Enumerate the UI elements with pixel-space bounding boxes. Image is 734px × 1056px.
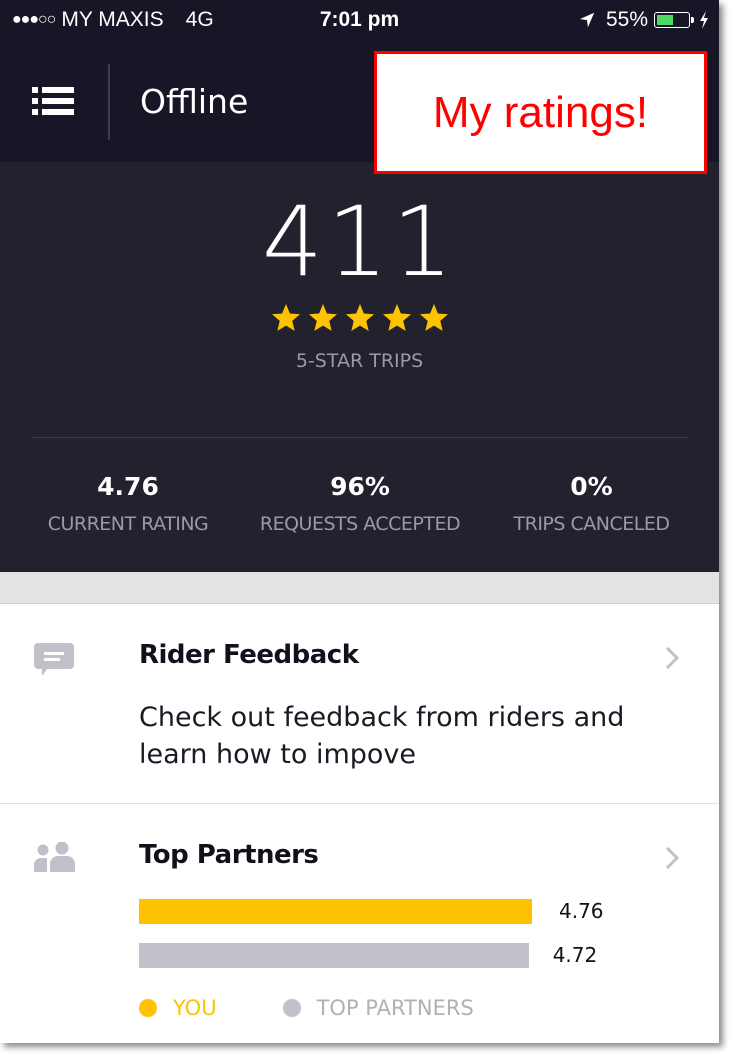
location-arrow-icon [579,12,595,28]
metric-label: CURRENT RATING [47,513,209,535]
metric-trips-canceled: 0% TRIPS CANCELED [464,472,719,535]
status-bar: ●●●○○ MY MAXIS 4G 7:01 pm 55% [0,0,719,42]
battery-nub [691,17,694,23]
top-partners-title: Top Partners [139,840,319,870]
battery-percent: 55% [605,8,648,31]
people-icon [34,842,75,872]
top-partners-row[interactable]: Top Partners 4.76 4.72 YOU TOP PARTNERS [0,804,719,1043]
my-ratings-callout: My ratings! [374,51,707,174]
battery-icon [654,12,690,28]
metric-label: REQUESTS ACCEPTED [259,513,461,535]
chart-legend: YOU TOP PARTNERS [139,996,540,1020]
five-star-trips-label: 5-STAR TRIPS [295,350,424,372]
metric-value: 96% [330,472,390,501]
rider-feedback-description: Check out feedback from riders and learn… [139,702,625,770]
star-icon [345,304,374,331]
section-separator [0,572,719,604]
driver-status-title[interactable]: Offline [140,82,248,121]
lightning-bolt-icon [700,11,708,29]
chevron-right-icon[interactable] [664,846,680,870]
five-star-trip-count: 411 [261,186,458,298]
stats-divider [32,437,688,438]
phone-screen: ●●●○○ MY MAXIS 4G 7:01 pm 55% Offline My… [0,0,719,1043]
star-row [0,302,719,334]
chat-bubble-icon [34,643,74,676]
star-icon [271,304,300,331]
metrics-row: 4.76 CURRENT RATING 96% REQUESTS ACCEPTE… [0,472,719,535]
star-icon [382,304,411,331]
metric-value: 4.76 [97,472,159,501]
bar-value-label: 4.72 [552,943,598,967]
metric-label: TRIPS CANCELED [513,513,670,535]
bar-top-partners [139,943,529,968]
rider-feedback-row[interactable]: Rider Feedback Check out feedback from r… [0,604,719,804]
nav-divider [108,64,110,140]
rider-feedback-title: Rider Feedback [139,640,359,670]
metric-value: 0% [570,472,613,501]
legend-dot-icon [282,999,301,1017]
star-icon [419,304,448,331]
legend-label: YOU [173,996,217,1020]
metric-requests-accepted: 96% REQUESTS ACCEPTED [256,472,464,535]
bar-you [139,899,532,924]
star-icon [308,304,337,331]
legend-label: TOP PARTNERS [316,996,474,1020]
legend-item: TOP PARTNERS [282,996,474,1020]
chevron-right-icon[interactable] [664,646,680,670]
list-menu-icon[interactable] [30,84,76,118]
legend-item: YOU [139,996,217,1020]
legend-dot-icon [139,999,157,1017]
battery-level-fill [657,15,673,25]
rating-comparison-chart: 4.76 4.72 [139,899,659,979]
bar-value-label: 4.76 [559,899,604,923]
ratings-summary-panel: 411 5-STAR TRIPS 4.76 CURRENT RATING 96%… [0,162,719,572]
metric-current-rating: 4.76 CURRENT RATING [0,472,256,535]
